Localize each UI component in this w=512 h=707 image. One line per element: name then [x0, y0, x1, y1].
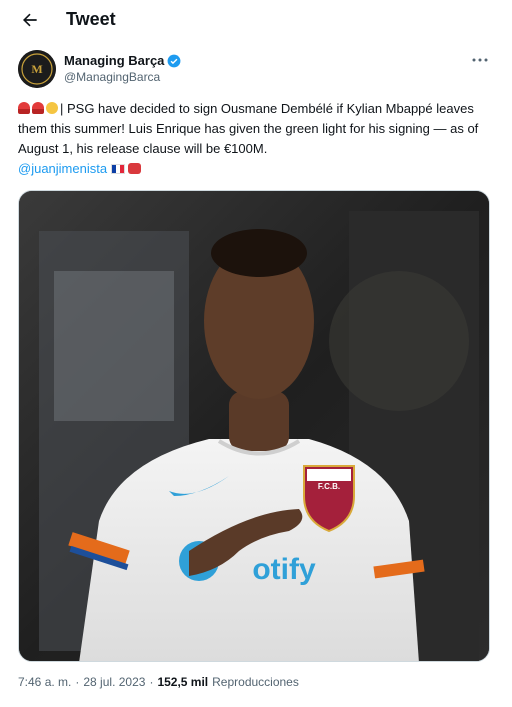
view-count: 152,5 mil — [157, 675, 209, 689]
tweet-text: | PSG have decided to sign Ousmane Dembé… — [18, 101, 479, 156]
author-handle[interactable]: @ManagingBarca — [64, 70, 160, 84]
tweet-meta: 7:46 a. m. · 28 jul. 2023 · 152,5 mil Re… — [18, 675, 299, 689]
back-button[interactable] — [16, 6, 44, 34]
view-label: Reproducciones — [212, 675, 299, 689]
meta-separator: · — [75, 675, 80, 689]
siren-icon — [18, 102, 30, 114]
moon-icon — [46, 102, 58, 114]
more-icon — [472, 58, 488, 62]
arrow-left-icon — [23, 13, 37, 27]
avatar[interactable]: M — [18, 50, 56, 88]
top-bar: Tweet — [0, 0, 512, 40]
phone-icon — [128, 163, 142, 174]
tweet-time[interactable]: 7:46 a. m. — [18, 675, 71, 689]
meta-separator: · — [149, 675, 154, 689]
siren-icon — [32, 102, 44, 114]
page-title: Tweet — [66, 9, 116, 29]
flag-france-icon — [111, 164, 126, 174]
tweet-author: M Managing Barça @ManagingBarca — [18, 50, 494, 92]
tweet-date[interactable]: 28 jul. 2023 — [83, 675, 145, 689]
verified-badge-icon — [168, 54, 181, 67]
more-options-button[interactable] — [470, 52, 490, 68]
avatar-monogram: M — [31, 62, 42, 76]
tweet-image[interactable]: F.C.B. otify — [18, 190, 490, 662]
sponsor-text: otify — [252, 553, 316, 586]
mention-link[interactable]: @juanjimenista — [18, 161, 107, 176]
author-name[interactable]: Managing Barça — [64, 53, 164, 68]
author-name-row[interactable]: Managing Barça — [64, 53, 181, 68]
tweet-body: | PSG have decided to sign Ousmane Dembé… — [18, 99, 496, 179]
crest-label: F.C.B. — [318, 482, 340, 491]
